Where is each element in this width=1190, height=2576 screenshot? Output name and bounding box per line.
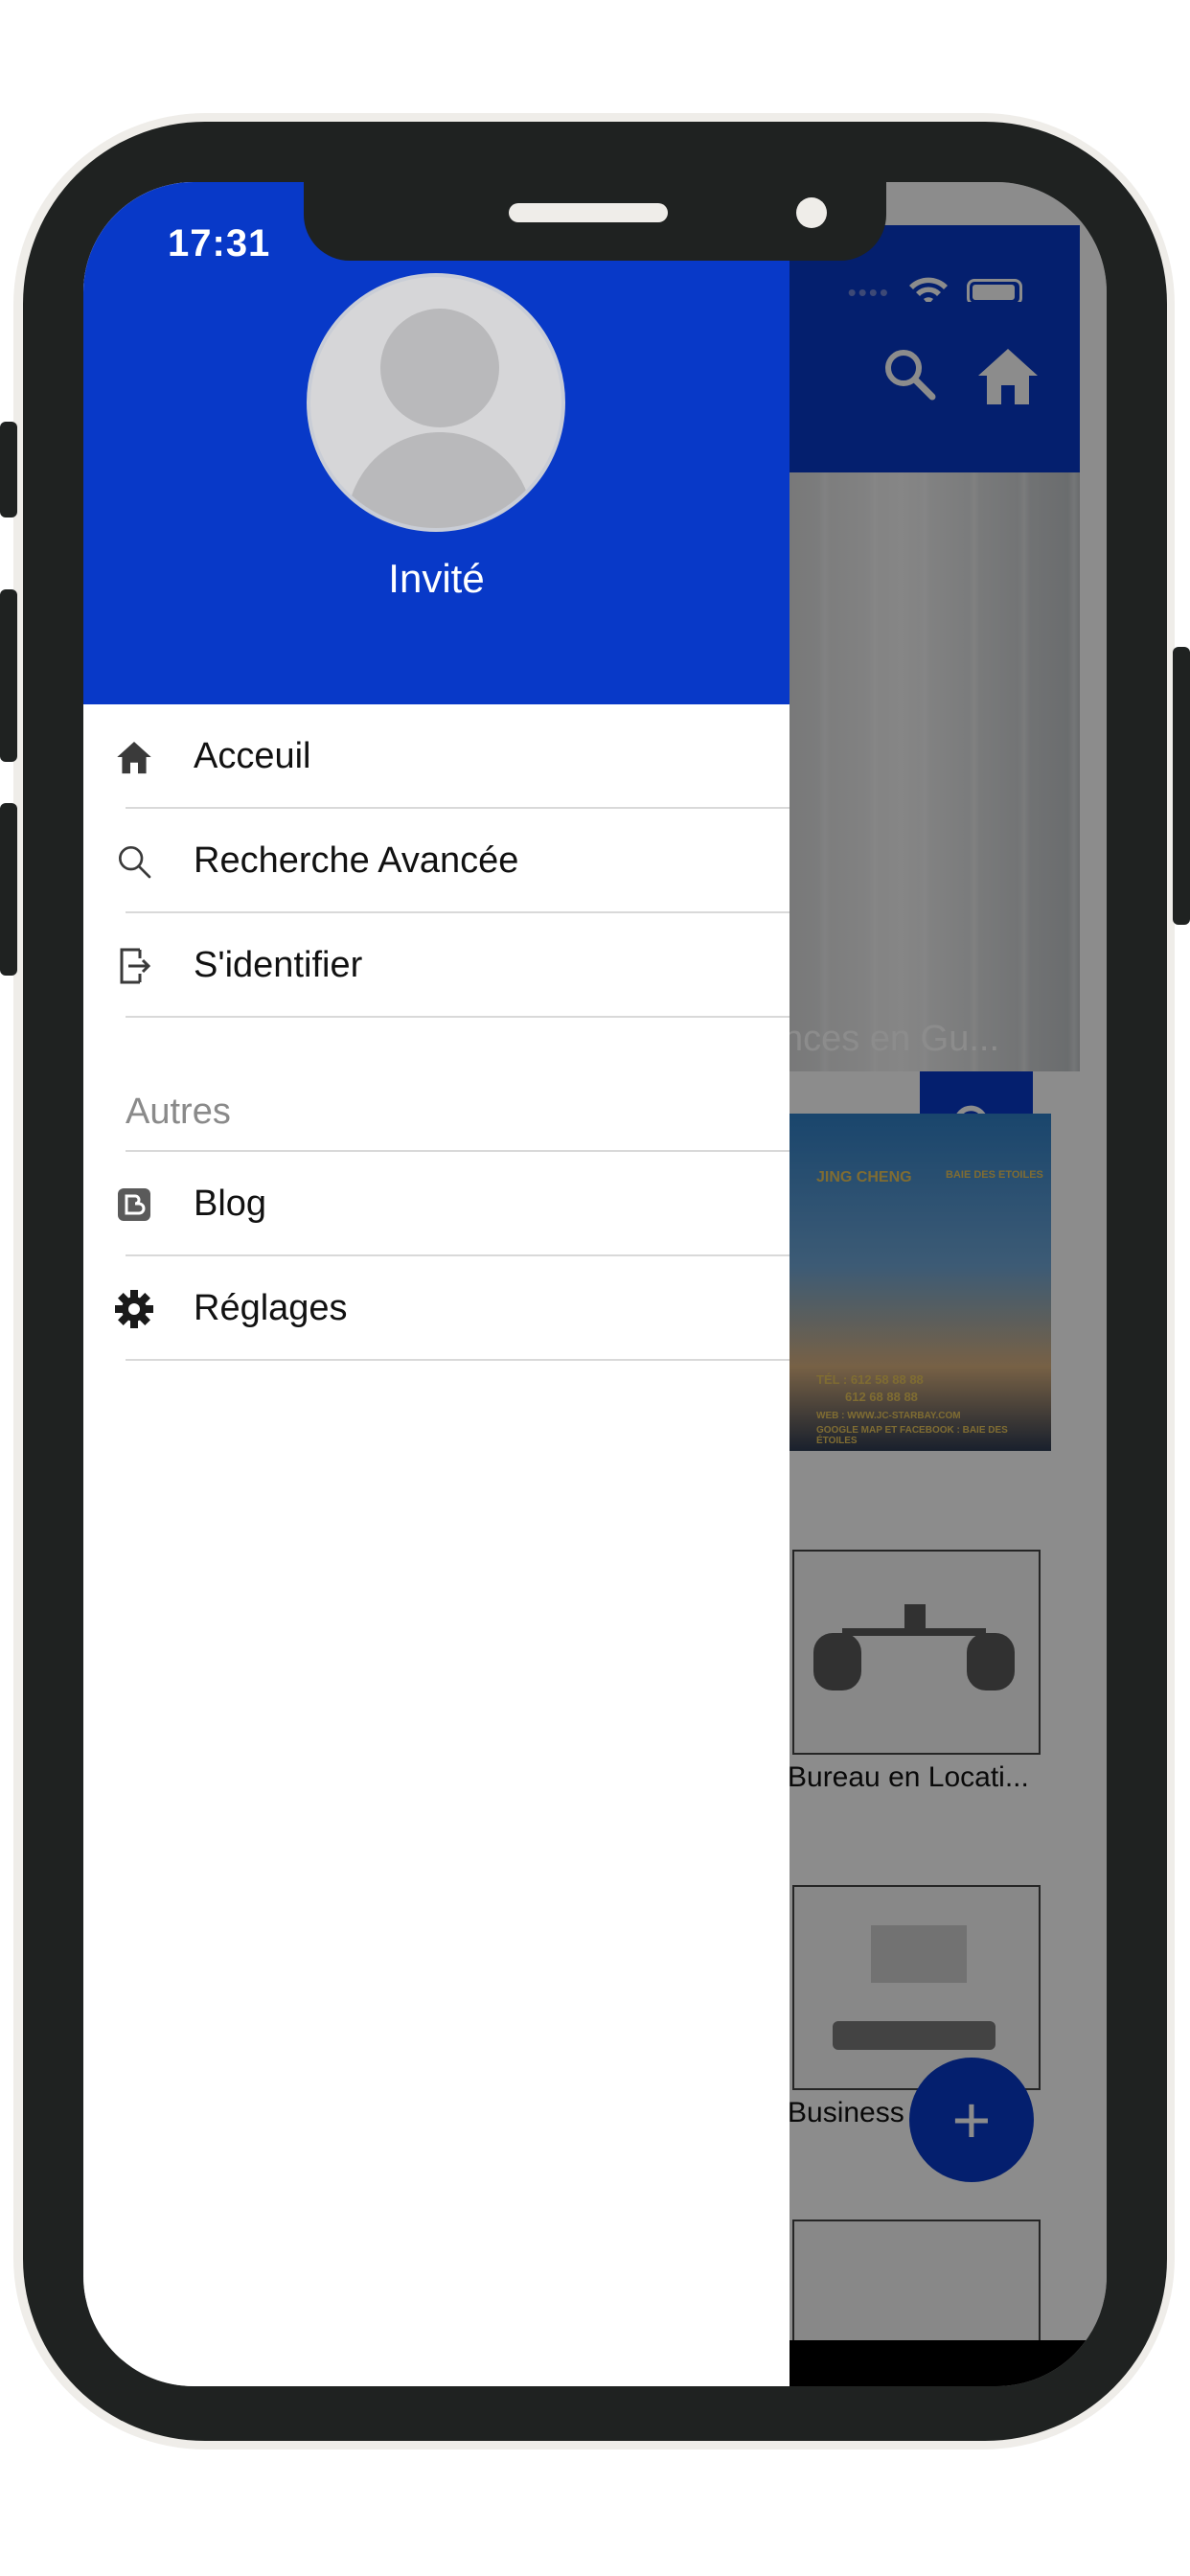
drawer-menu: Acceuil Recherche Avancée S'identifier A… <box>83 704 790 1361</box>
user-name: Invité <box>388 556 485 601</box>
menu-item-settings[interactable]: Réglages <box>83 1256 790 1361</box>
login-icon <box>114 946 154 986</box>
menu-item-label: Réglages <box>194 1288 348 1328</box>
menu-item-label: Acceuil <box>194 736 311 776</box>
menu-item-label: Blog <box>194 1184 267 1224</box>
volume-down-button <box>0 803 17 976</box>
navigation-drawer: 17:31 Invité Acceuil Recherche Avancée S… <box>83 182 790 2386</box>
menu-item-login[interactable]: S'identifier <box>83 913 790 1018</box>
search-icon <box>114 841 154 882</box>
notch <box>304 182 886 261</box>
speaker <box>509 203 668 222</box>
menu-item-advanced-search[interactable]: Recherche Avancée <box>83 809 790 913</box>
status-time: 17:31 <box>168 222 271 264</box>
menu-item-blog[interactable]: Blog <box>83 1152 790 1256</box>
menu-item-label: Recherche Avancée <box>194 840 519 881</box>
menu-item-label: S'identifier <box>194 945 363 985</box>
blog-icon <box>114 1184 154 1225</box>
home-icon <box>114 737 154 777</box>
volume-up-button <box>0 589 17 762</box>
section-header-others: Autres <box>83 1018 790 1152</box>
avatar-body <box>347 432 533 528</box>
camera <box>796 197 827 228</box>
section-title: Autres <box>126 1092 231 1132</box>
mute-switch <box>0 422 17 518</box>
screen: •••• nces en Gu... JING CHENG BAIE DES E… <box>83 182 1107 2386</box>
power-button <box>1173 647 1190 925</box>
gear-icon <box>114 1289 154 1329</box>
menu-item-home[interactable]: Acceuil <box>83 704 790 809</box>
bottom-bar <box>788 2340 1107 2386</box>
avatar[interactable] <box>307 273 565 532</box>
avatar-head <box>380 309 499 427</box>
